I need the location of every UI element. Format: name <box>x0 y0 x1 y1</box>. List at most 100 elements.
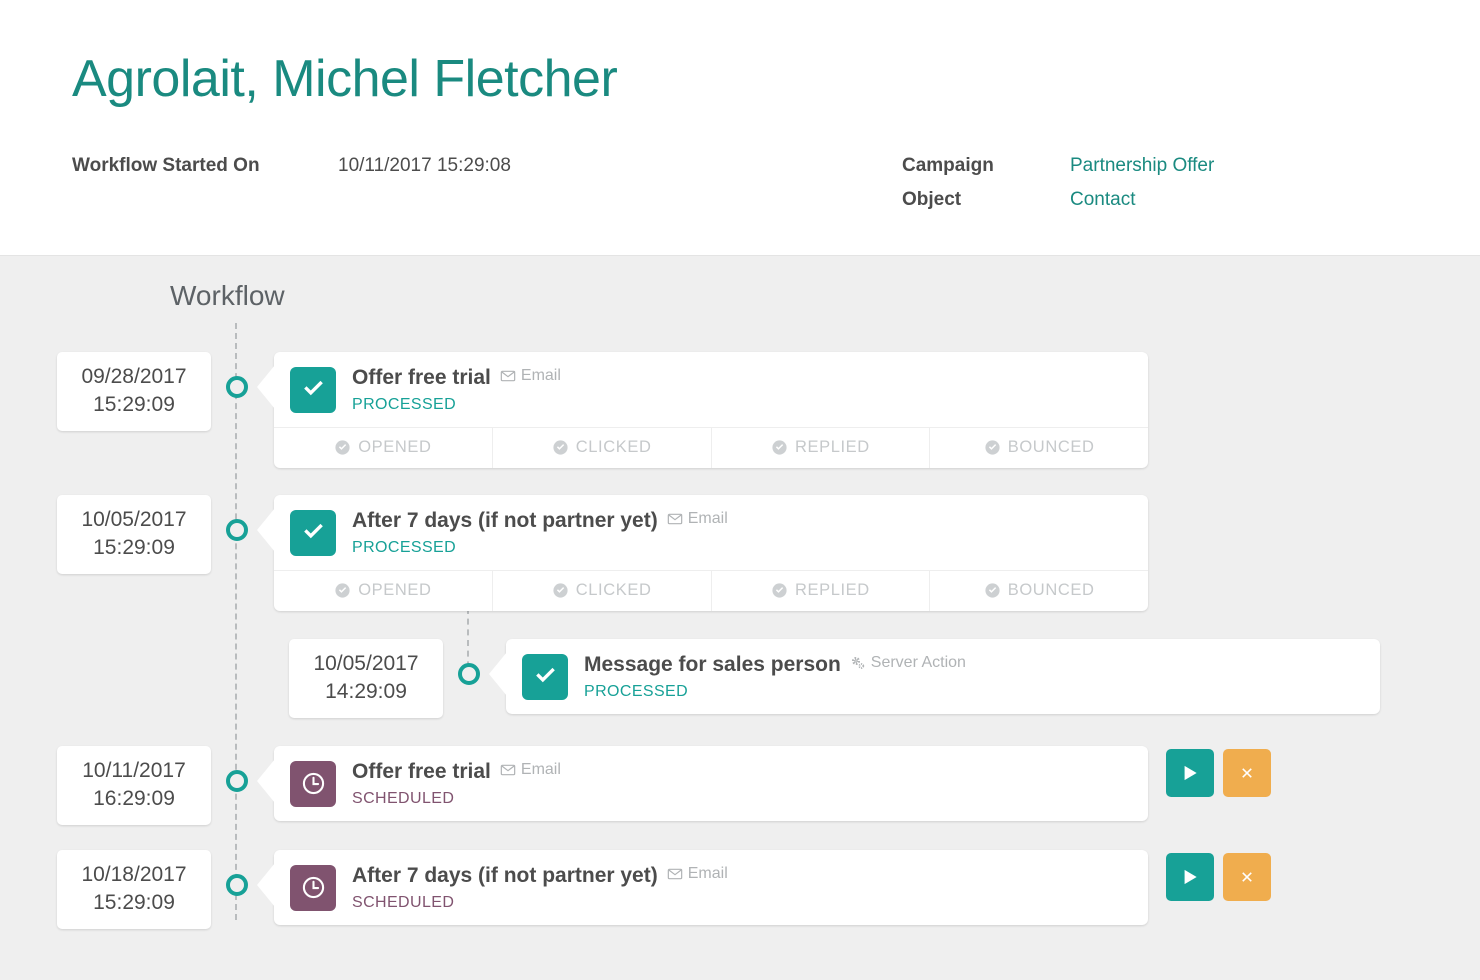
page-header: Agrolait, Michel Fletcher Workflow Start… <box>0 0 1480 256</box>
status-replied[interactable]: REPLIED <box>712 571 931 611</box>
status-clicked[interactable]: CLICKED <box>493 428 712 468</box>
check-circle-icon <box>771 439 795 456</box>
step-time: 16:29:09 <box>93 786 175 810</box>
workflow-step-row: 10/11/2017 16:29:09 Offer free trial Email S… <box>0 746 1480 825</box>
step-state: PROCESSED <box>584 683 689 700</box>
step-time: 14:29:09 <box>325 679 407 703</box>
step-title-line: Offer free trial Email <box>352 366 561 390</box>
workflow-started-value: 10/11/2017 15:29:08 <box>338 155 511 176</box>
status-opened[interactable]: OPENED <box>274 428 493 468</box>
step-title: Message for sales person <box>584 653 841 676</box>
check-circle-icon <box>771 582 795 599</box>
step-title: After 7 days (if not partner yet) <box>352 509 658 532</box>
object-link[interactable]: Contact <box>1070 189 1135 211</box>
step-title: Offer free trial <box>352 366 491 389</box>
meta-column-right: Campaign Partnership Offer Object Contac… <box>902 155 1214 223</box>
step-date: 10/05/2017 <box>81 508 187 531</box>
step-card[interactable]: Offer free trial Email SCHEDULED <box>274 746 1148 821</box>
step-title: Offer free trial <box>352 760 491 783</box>
close-icon <box>1238 764 1256 782</box>
step-type: Email <box>667 865 728 883</box>
object-label: Object <box>902 189 962 210</box>
step-card[interactable]: After 7 days (if not partner yet) Email SC… <box>274 850 1148 925</box>
meta-column-left: Workflow Started On 10/11/2017 15:29:08 <box>72 155 902 223</box>
step-date-box: 10/11/2017 16:29:09 <box>57 746 211 825</box>
step-actions <box>1166 853 1271 901</box>
run-now-button[interactable] <box>1166 749 1214 797</box>
card-pointer <box>257 759 275 803</box>
workflow-step-row: 10/18/2017 15:29:09 After 7 days (if not p… <box>0 850 1480 929</box>
status-label: BOUNCED <box>1007 438 1095 456</box>
step-state: PROCESSED <box>352 539 457 556</box>
step-date-box: 09/28/2017 15:29:09 <box>57 352 211 431</box>
check-icon <box>290 509 336 556</box>
step-date: 10/18/2017 <box>81 863 187 886</box>
check-circle-icon <box>984 439 1008 456</box>
step-title-line: After 7 days (if not partner yet) Email <box>352 509 728 533</box>
envelope-icon <box>500 762 521 778</box>
envelope-icon <box>667 511 688 527</box>
step-card-text: Offer free trial Email SCHEDULED <box>352 759 561 808</box>
status-label: OPENED <box>358 438 432 456</box>
step-card-text: After 7 days (if not partner yet) Email PR… <box>352 508 728 557</box>
close-icon <box>1238 868 1256 886</box>
timeline-node <box>458 663 480 685</box>
campaign-link[interactable]: Partnership Offer <box>1070 155 1214 177</box>
timeline-node <box>226 770 248 792</box>
step-date: 10/05/2017 <box>313 652 419 675</box>
step-type: Email <box>500 367 561 385</box>
run-now-button[interactable] <box>1166 853 1214 901</box>
clock-icon <box>290 760 336 807</box>
step-card-text: Message for sales person Server Action PRO… <box>584 652 966 701</box>
header-meta: Workflow Started On 10/11/2017 15:29:08 … <box>72 155 1214 223</box>
step-card-main: After 7 days (if not partner yet) Email SC… <box>274 850 1148 925</box>
step-type: Email <box>500 761 561 779</box>
status-opened[interactable]: OPENED <box>274 571 493 611</box>
step-type-label: Email <box>520 761 561 778</box>
step-date: 10/11/2017 <box>82 759 186 782</box>
campaign-row: Campaign Partnership Offer <box>902 155 1214 177</box>
step-card-text: After 7 days (if not partner yet) Email SC… <box>352 863 728 912</box>
object-row: Object Contact <box>902 189 1214 211</box>
step-card[interactable]: Offer free trial Email PROCESSED OPENED CLIC… <box>274 352 1148 468</box>
step-title-line: Message for sales person Server Action <box>584 653 966 677</box>
cancel-button[interactable] <box>1223 749 1271 797</box>
step-card-wrapper: After 7 days (if not partner yet) Email SC… <box>257 850 1148 925</box>
step-card-wrapper: Offer free trial Email SCHEDULED <box>257 746 1148 821</box>
step-type: Email <box>667 510 728 528</box>
card-pointer <box>257 365 275 409</box>
cancel-button[interactable] <box>1223 853 1271 901</box>
workflow-body: Workflow 09/28/2017 15:29:09 Offer free tr… <box>0 256 1480 980</box>
step-card-wrapper: Offer free trial Email PROCESSED OPENED CLIC… <box>257 352 1148 468</box>
step-card-main: Offer free trial Email PROCESSED <box>274 352 1148 427</box>
campaign-label: Campaign <box>902 155 994 176</box>
check-circle-icon <box>552 582 576 599</box>
step-card-wrapper: After 7 days (if not partner yet) Email PR… <box>257 495 1148 611</box>
status-replied[interactable]: REPLIED <box>712 428 931 468</box>
step-actions <box>1166 749 1271 797</box>
status-label: REPLIED <box>794 438 870 456</box>
envelope-icon <box>667 866 688 882</box>
card-pointer <box>257 508 275 552</box>
step-title-line: After 7 days (if not partner yet) Email <box>352 864 728 888</box>
play-icon <box>1180 763 1200 783</box>
status-label: BOUNCED <box>1007 581 1095 599</box>
status-label: OPENED <box>358 581 432 599</box>
workflow-heading: Workflow <box>170 280 285 311</box>
check-icon <box>290 366 336 413</box>
workflow-step-row: 09/28/2017 15:29:09 Offer free trial Email P… <box>0 352 1480 468</box>
status-bounced[interactable]: BOUNCED <box>930 428 1148 468</box>
workflow-started-label: Workflow Started On <box>72 155 260 176</box>
step-card[interactable]: Message for sales person Server Action PRO… <box>506 639 1380 714</box>
card-pointer <box>489 652 507 696</box>
step-card[interactable]: After 7 days (if not partner yet) Email PR… <box>274 495 1148 611</box>
cogs-icon <box>850 655 871 671</box>
status-bounced[interactable]: BOUNCED <box>930 571 1148 611</box>
email-status-strip: OPENED CLICKED REPLIED BOUNCED <box>274 570 1148 611</box>
step-state: SCHEDULED <box>352 790 455 807</box>
check-circle-icon <box>552 439 576 456</box>
step-type-label: Email <box>687 510 728 527</box>
status-clicked[interactable]: CLICKED <box>493 571 712 611</box>
step-card-text: Offer free trial Email PROCESSED <box>352 365 561 414</box>
step-date-box: 10/05/2017 15:29:09 <box>57 495 211 574</box>
